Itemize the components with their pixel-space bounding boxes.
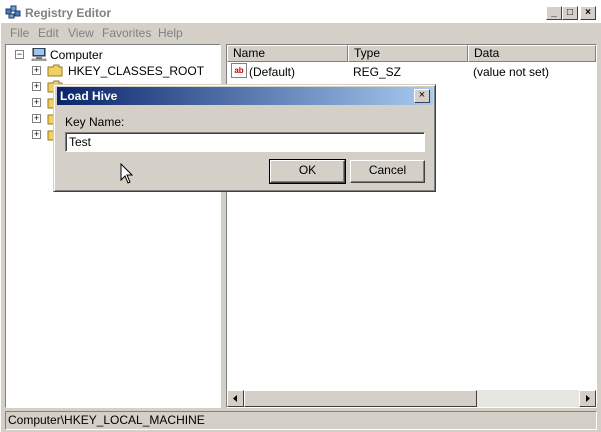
tree-item-label: HKEY_CLASSES_ROOT: [68, 64, 205, 78]
key-name-label: Key Name:: [65, 115, 125, 129]
expand-icon[interactable]: +: [32, 130, 41, 139]
close-button[interactable]: ×: [580, 6, 596, 20]
registry-editor-window: Registry Editor _ □ × File Edit View Fav…: [0, 0, 601, 432]
ok-button[interactable]: OK: [269, 159, 346, 184]
expand-icon[interactable]: +: [32, 66, 41, 75]
minimize-button[interactable]: _: [546, 6, 562, 20]
expand-icon[interactable]: +: [32, 98, 41, 107]
menu-help[interactable]: Help: [158, 26, 183, 40]
column-header-name[interactable]: Name: [227, 45, 348, 62]
expand-icon[interactable]: +: [32, 114, 41, 123]
horizontal-scrollbar[interactable]: [227, 390, 596, 407]
scroll-thumb[interactable]: [244, 390, 477, 407]
cancel-button[interactable]: Cancel: [350, 160, 425, 183]
tree-item-hkey-classes-root[interactable]: + HKEY_CLASSES_ROOT: [14, 63, 214, 79]
expand-icon[interactable]: +: [32, 82, 41, 91]
column-header-type[interactable]: Type: [348, 45, 468, 62]
tree-item-label: Computer: [50, 48, 103, 62]
menu-edit[interactable]: Edit: [38, 26, 59, 40]
title-bar: Registry Editor _ □ ×: [1, 1, 601, 23]
load-hive-dialog: Load Hive × Key Name: OK Cancel: [53, 84, 436, 192]
scroll-right-button[interactable]: [579, 390, 596, 407]
folder-icon: [47, 64, 63, 77]
dialog-title-bar: Load Hive ×: [57, 87, 433, 105]
computer-icon: [31, 48, 47, 61]
window-title: Registry Editor: [25, 6, 112, 20]
collapse-icon[interactable]: −: [15, 50, 24, 59]
menu-favorites[interactable]: Favorites: [102, 26, 151, 40]
value-name: (Default): [249, 65, 296, 79]
arrow-left-icon: [233, 395, 237, 402]
mouse-cursor-icon: [120, 163, 134, 184]
value-type: REG_SZ: [353, 65, 402, 79]
maximize-button[interactable]: □: [562, 6, 578, 20]
column-header-data[interactable]: Data: [468, 45, 596, 62]
arrow-right-icon: [586, 395, 590, 402]
registry-editor-icon: [5, 5, 21, 19]
key-name-input[interactable]: [65, 132, 425, 152]
menu-file[interactable]: File: [10, 26, 29, 40]
dialog-title: Load Hive: [60, 89, 118, 103]
value-data: (value not set): [473, 65, 550, 79]
tree-item-computer[interactable]: − Computer: [14, 47, 214, 63]
status-bar: Computer\HKEY_LOCAL_MACHINE: [5, 411, 597, 430]
menu-view[interactable]: View: [68, 26, 94, 40]
menu-bar: File Edit View Favorites Help: [1, 23, 601, 43]
string-value-icon: ab: [231, 63, 247, 78]
dialog-close-button[interactable]: ×: [414, 89, 430, 103]
scroll-left-button[interactable]: [227, 390, 244, 407]
